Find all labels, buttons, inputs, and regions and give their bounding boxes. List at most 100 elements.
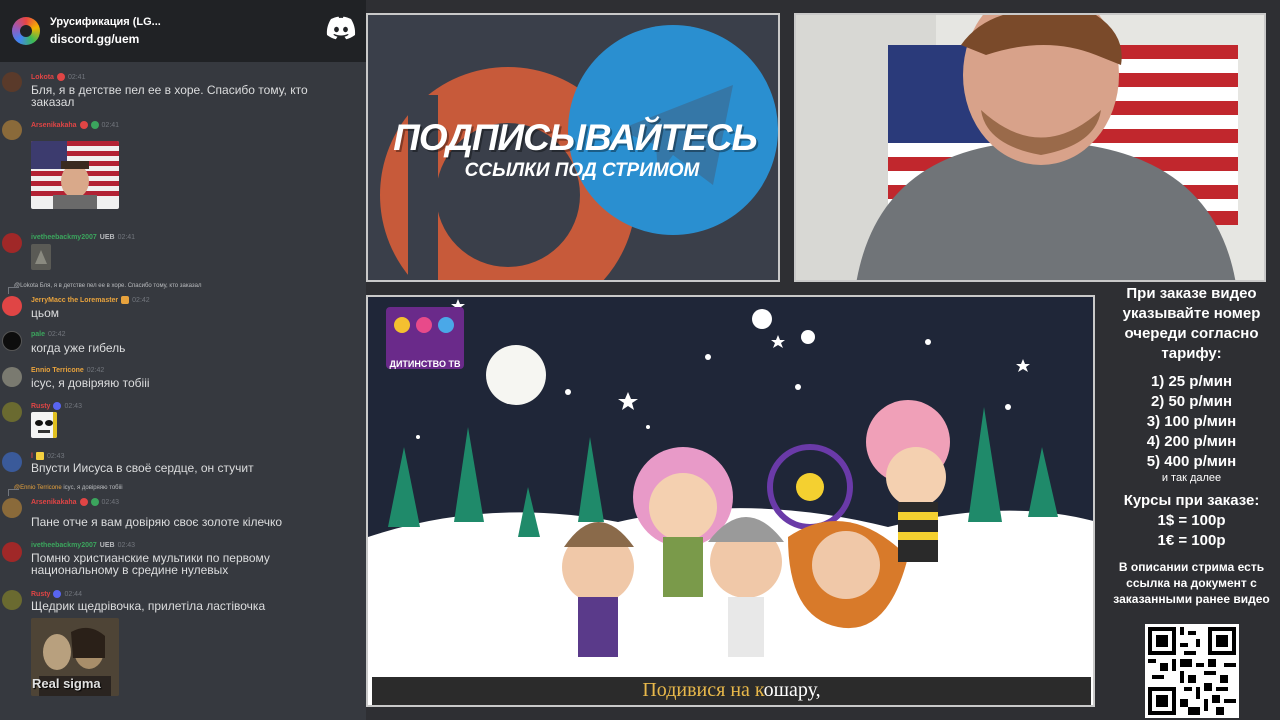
avatar[interactable] [2,367,22,387]
timestamp: 02:43 [46,452,65,460]
timestamp: 02:44 [64,590,82,598]
role-badge-icon [121,296,130,304]
role-badge-icon [53,402,62,410]
tariff-item: 2) 50 р/мин [1150,393,1233,410]
timestamp: 02:41 [101,121,120,129]
subtitle-bar: Подивися на кошару, [372,677,1091,705]
tariff-item: 5) 400 р/мин [1146,453,1237,470]
message-meta: pale 02:42 [31,331,66,338]
order-instructions: При заказе видео указывайте номер очеред… [1122,285,1261,362]
order-info-panel: При заказе видео указывайте номер очеред… [1103,284,1280,720]
message-meta: ivetheebackmy2007 UEB 02:41 [31,234,135,241]
message-meta: Arsenikakaha 02:41 [31,121,119,129]
avatar[interactable] [2,402,22,422]
webcam-feed-image [796,15,1264,280]
message-meta: ivetheebackmy2007 UEB 02:43 [31,542,135,549]
user-tag: UEB [99,234,115,241]
subtitle-rest: ошару, [763,679,821,701]
username[interactable]: Rusty [31,403,50,410]
message-text: ісус, я довіряяю тобііі [31,376,150,390]
check-badge-icon [90,498,99,506]
tariff-item: 1) 25 р/мин [1150,373,1233,390]
username[interactable]: Rusty [31,591,50,598]
timestamp: 02:41 [117,234,136,241]
attached-image[interactable]: Real sigma [31,618,119,696]
role-badge-icon [56,73,65,81]
message-meta: Rusty 02:44 [31,590,82,598]
discord-avatar-icon[interactable] [2,296,22,316]
links-below-subtitle: ССЫЛКИ ПОД СТРИМОМ [464,160,700,181]
server-invite-link[interactable]: discord.gg/uem [50,32,161,46]
timestamp: 02:43 [101,498,120,506]
qr-code-icon[interactable] [1145,624,1239,718]
username[interactable]: Lokota [31,74,54,81]
reply-preview[interactable]: @Ennio Terricone ісус, я довіряяю тобііі [8,485,123,496]
cartoon-video-panel: ДИТИНСТВО ТВ Подивися на кошару, [366,295,1095,707]
flag-badge-icon [35,452,44,460]
channel-logo-label: ДИТИНСТВО ТВ [389,359,461,369]
webcam-panel [794,13,1266,282]
username[interactable]: Ennio Terricone [31,367,84,374]
server-info: Урусификация (LG... discord.gg/uem [50,16,161,46]
username[interactable]: ivetheebackmy2007 [31,542,97,549]
emoji-image[interactable] [31,412,57,438]
avatar[interactable] [2,452,22,472]
message-meta: Arsenikakaha 02:43 [31,498,119,506]
image-caption: Real sigma [32,676,101,691]
timestamp: 02:41 [67,73,86,81]
flag-photo-image [31,141,119,209]
message-meta: l 02:43 [31,452,64,460]
username[interactable]: l [31,453,33,460]
message-meta: JerryMacc the Loremaster 02:42 [31,296,150,304]
avatar[interactable] [2,542,22,562]
role-badge-icon [79,121,88,129]
avatar[interactable] [2,498,22,518]
subscribe-title: ПОДПИСЫВАЙТЕСЬ [393,117,757,158]
avatar[interactable] [2,72,22,92]
rate-item: 1$ = 100р [1157,512,1226,529]
username[interactable]: pale [31,331,45,338]
username[interactable]: ivetheebackmy2007 [31,234,97,241]
subtitle-highlight: Подивися на к [642,679,764,701]
message-text: Помню христианские мультики по первому н… [31,551,270,577]
avatar[interactable] [2,331,22,351]
message-meta: Lokota 02:41 [31,73,85,81]
username[interactable]: Arsenikakaha [31,499,77,506]
rate-item: 1€ = 100р [1157,532,1226,549]
exchange-rates: Курсы при заказе: 1$ = 100р 1€ = 100р [1103,491,1280,551]
reply-user: @Ennio Terricone [14,485,62,491]
reply-preview[interactable]: @Lokota Бля, я в детстве пел ее в хоре. … [7,283,202,294]
message-meta: Rusty 02:43 [31,402,82,410]
server-icon[interactable] [12,17,40,45]
attached-image[interactable] [31,141,119,209]
rates-title: Курсы при заказе: [1123,492,1260,509]
role-badge-icon [53,590,62,598]
timestamp: 02:43 [117,542,136,549]
bird-sticker-icon [31,244,51,270]
message-meta: Ennio Terricone 02:42 [31,367,104,374]
tariff-item: 3) 100 р/мин [1146,413,1237,430]
avatar[interactable] [2,233,22,253]
user-tag: UEB [99,542,115,549]
message-text: цьом [31,306,60,320]
discord-chat-panel: Урусификация (LG... discord.gg/uem Lokot… [0,0,366,720]
tariff-list: 1) 25 р/мин 2) 50 р/мин 3) 100 р/мин 4) … [1103,372,1280,484]
reply-user: @Lokota [14,283,39,289]
christmas-cartoon-scene-image [368,297,1093,705]
username[interactable]: Arsenikakaha [31,122,77,129]
avatar[interactable] [2,590,22,610]
tariff-item: 4) 200 р/мин [1146,433,1237,450]
message-text: Бля, я в детстве пел ее в хоре. Спасибо … [31,83,308,109]
promo-panel: ПОДПИСЫВАЙТЕСЬ ССЫЛКИ ПОД СТРИМОМ [366,13,780,282]
message-text: Щедрик щедрівочка, прилетіла ластівочка [31,599,266,613]
video-subtitle: Подивися на кошару, [372,679,1091,702]
timestamp: 02:42 [86,367,105,374]
chat-header: Урусификация (LG... discord.gg/uem [0,0,366,62]
timestamp: 02:43 [64,402,82,410]
server-name: Урусификация (LG... [50,16,161,28]
timestamp: 02:42 [132,296,150,304]
avatar[interactable] [2,120,22,140]
username[interactable]: JerryMacc the Loremaster [31,297,118,304]
reply-text: Бля, я в детстве пел ее в хоре. Спасибо … [39,283,202,289]
sticker-image[interactable] [31,244,51,270]
